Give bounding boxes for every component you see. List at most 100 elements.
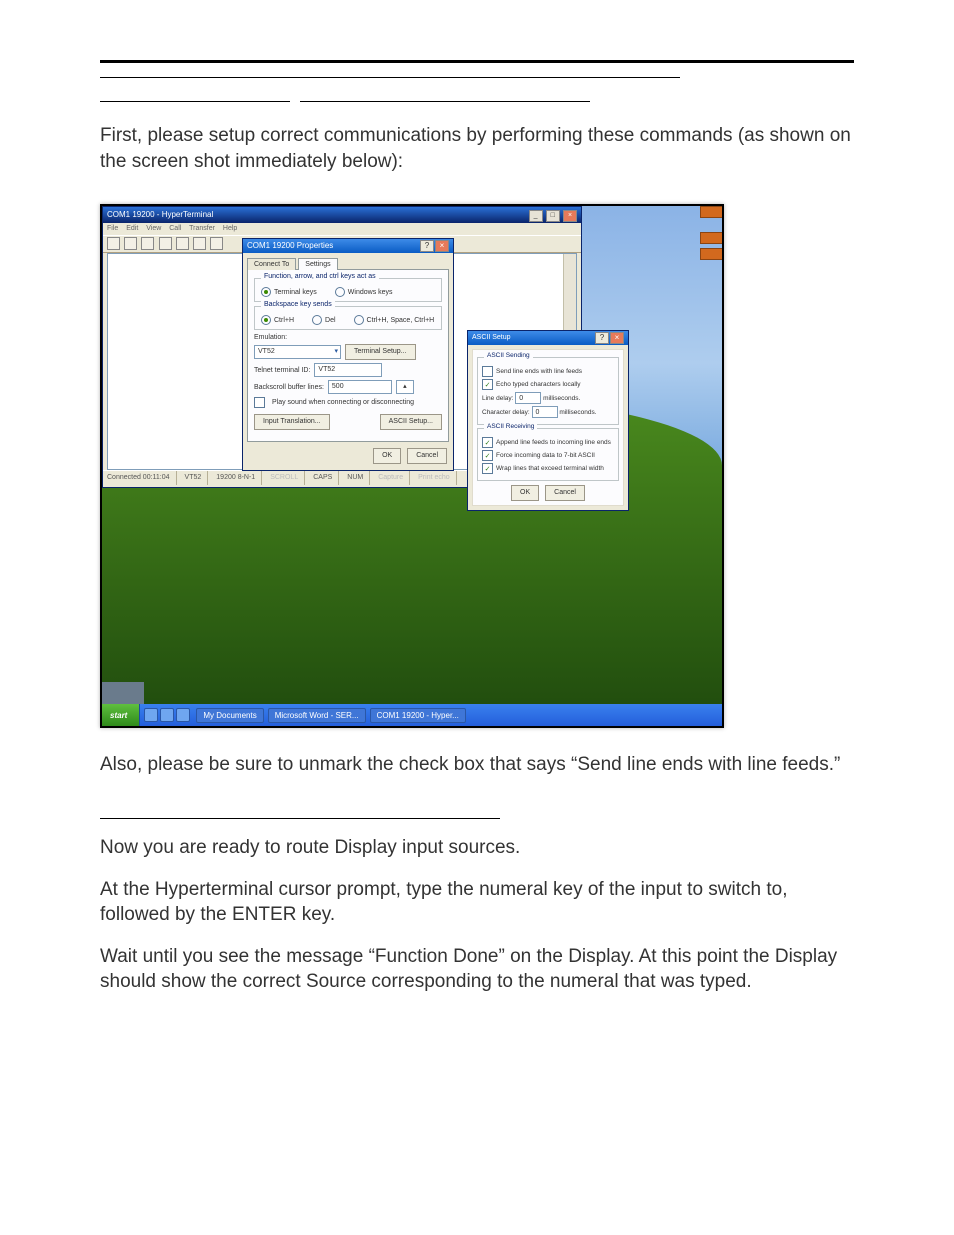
menu-help[interactable]: Help [223, 225, 237, 232]
status-emulation: VT52 [185, 471, 209, 485]
status-baud: 19200 8-N-1 [216, 471, 262, 485]
start-button[interactable]: start [102, 704, 140, 726]
line-delay-input[interactable]: 0 [515, 392, 541, 404]
tb-disconnect-icon[interactable] [159, 237, 172, 250]
intro-paragraph: First, please setup correct communicatio… [100, 123, 854, 174]
checkbox-wrap-lines[interactable] [482, 463, 493, 474]
input-translation-button[interactable]: Input Translation... [254, 414, 330, 430]
underline-line2b [300, 101, 590, 102]
ascii-receiving-label: ASCII Receiving [484, 423, 537, 430]
quick-launch [144, 708, 190, 722]
close-icon[interactable]: × [435, 240, 449, 252]
ql-media-icon[interactable] [176, 708, 190, 722]
help-icon[interactable]: ? [420, 240, 434, 252]
line-delay-label: Line delay: [482, 395, 513, 402]
status-scroll: SCROLL [270, 471, 305, 485]
emulation-select[interactable]: VT52 [254, 345, 341, 359]
maximize-icon[interactable]: □ [546, 210, 560, 222]
ascii-sending-label: ASCII Sending [484, 352, 533, 359]
checkbox-force-7bit[interactable] [482, 450, 493, 461]
properties-tabs: Connect To Settings [247, 257, 449, 269]
hyperterminal-titlebar[interactable]: COM1 19200 - HyperTerminal _ □ × [103, 207, 581, 223]
playsound-checkbox[interactable] [254, 397, 265, 408]
menu-transfer[interactable]: Transfer [189, 225, 215, 232]
hyperterminal-menubar[interactable]: File Edit View Call Transfer Help [103, 223, 581, 235]
menu-edit[interactable]: Edit [126, 225, 138, 232]
group-label-function: Function, arrow, and ctrl keys act as [261, 273, 379, 280]
playsound-label: Play sound when connecting or disconnect… [272, 399, 414, 406]
properties-titlebar[interactable]: COM1 19200 Properties ? × [243, 239, 453, 253]
backscroll-label: Backscroll buffer lines: [254, 384, 324, 391]
ascii-ok-button[interactable]: OK [511, 485, 539, 501]
taskbar-item-word[interactable]: Microsoft Word - SER... [268, 708, 366, 723]
paragraph-ready: Now you are ready to route Display input… [100, 835, 854, 861]
underline-line1 [100, 77, 680, 78]
radio-windows-keys[interactable]: Windows keys [335, 287, 393, 297]
tb-send-icon[interactable] [176, 237, 189, 250]
backscroll-input[interactable]: 500 [328, 380, 392, 394]
radio-del[interactable]: Del [312, 315, 336, 325]
close-icon[interactable]: × [563, 210, 577, 222]
taskbar[interactable]: start My Documents Microsoft Word - SER.… [102, 704, 722, 726]
paragraph-unmark: Also, please be sure to unmark the check… [100, 752, 854, 778]
hyperterminal-title-text: COM1 19200 - HyperTerminal [107, 207, 213, 223]
telnet-id-input[interactable]: VT52 [314, 363, 382, 377]
properties-cancel-button[interactable]: Cancel [407, 448, 447, 464]
backscroll-spinner[interactable]: ▴ [396, 380, 414, 394]
menu-view[interactable]: View [146, 225, 161, 232]
ascii-cancel-button[interactable]: Cancel [545, 485, 585, 501]
underline-line3 [100, 818, 500, 819]
ql-ie-icon[interactable] [144, 708, 158, 722]
tb-connect-icon[interactable] [141, 237, 154, 250]
taskbar-item-hyperterminal[interactable]: COM1 19200 - Hyper... [370, 708, 466, 723]
window-buttons: _ □ × [528, 207, 577, 223]
taskbar-item-docs[interactable]: My Documents [196, 708, 263, 723]
ascii-titlebar[interactable]: ASCII Setup ? × [468, 331, 628, 345]
close-icon[interactable]: × [610, 332, 624, 344]
status-num: NUM [347, 471, 370, 485]
tab-settings[interactable]: Settings [298, 258, 337, 270]
group-label-backspace: Backspace key sends [261, 301, 335, 308]
line-delay-unit: milliseconds. [543, 395, 580, 402]
group-function-keys: Function, arrow, and ctrl keys act as Te… [254, 278, 442, 302]
menu-call[interactable]: Call [169, 225, 181, 232]
menu-file[interactable]: File [107, 225, 118, 232]
tb-new-icon[interactable] [107, 237, 120, 250]
terminal-setup-button[interactable]: Terminal Setup... [345, 344, 416, 360]
document-page: First, please setup correct communicatio… [0, 0, 954, 1071]
radio-ctrlh-space[interactable]: Ctrl+H, Space, Ctrl+H [354, 315, 435, 325]
properties-dialog: COM1 19200 Properties ? × Connect To Set… [242, 238, 454, 471]
radio-terminal-keys[interactable]: Terminal keys [261, 287, 317, 297]
properties-ok-button[interactable]: OK [373, 448, 401, 464]
tab-connect-to[interactable]: Connect To [247, 258, 296, 270]
char-delay-unit: milliseconds. [559, 409, 596, 416]
ascii-setup-button[interactable]: ASCII Setup... [380, 414, 442, 430]
checkbox-send-line-ends[interactable] [482, 366, 493, 377]
status-connected: Connected 00:11:04 [107, 471, 177, 485]
settings-pane: Function, arrow, and ctrl keys act as Te… [247, 269, 449, 442]
radio-ctrlh[interactable]: Ctrl+H [261, 315, 294, 325]
top-rule [100, 60, 854, 63]
emulation-label: Emulation: [254, 334, 287, 341]
tb-open-icon[interactable] [124, 237, 137, 250]
tb-props-icon[interactable] [210, 237, 223, 250]
checkbox-append-linefeeds[interactable] [482, 437, 493, 448]
force7-label: Force incoming data to 7-bit ASCII [496, 452, 595, 459]
help-icon[interactable]: ? [595, 332, 609, 344]
ascii-title-text: ASCII Setup [472, 331, 511, 345]
paragraph-wait: Wait until you see the message “Function… [100, 944, 854, 995]
side-tab-1 [700, 206, 724, 218]
tb-receive-icon[interactable] [193, 237, 206, 250]
paragraph-prompt: At the Hyperterminal cursor prompt, type… [100, 877, 854, 928]
checkbox-echo-locally[interactable] [482, 379, 493, 390]
send-line-ends-label: Send line ends with line feeds [496, 368, 582, 375]
minimize-icon[interactable]: _ [529, 210, 543, 222]
screenshot: COM1 19200 - HyperTerminal _ □ × File Ed… [100, 204, 724, 728]
group-backspace: Backspace key sends Ctrl+H Del Ctrl+H, S… [254, 306, 442, 330]
group-ascii-sending: ASCII Sending Send line ends with line f… [477, 357, 619, 425]
properties-title-text: COM1 19200 Properties [247, 239, 333, 253]
status-capture: Capture [378, 471, 410, 485]
char-delay-input[interactable]: 0 [532, 406, 558, 418]
ql-desktop-icon[interactable] [160, 708, 174, 722]
side-tab-3 [700, 248, 724, 260]
